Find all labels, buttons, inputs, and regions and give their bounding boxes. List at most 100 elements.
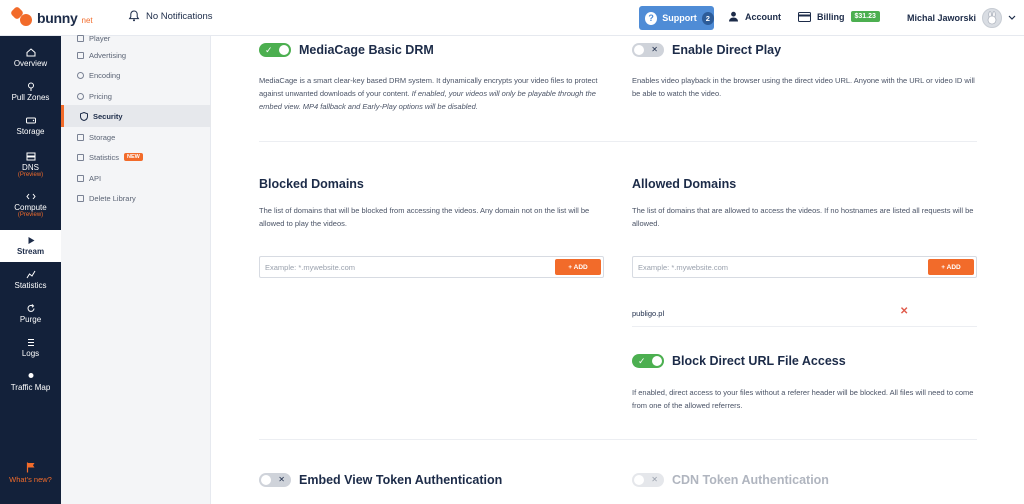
blocked-domains-description: The list of domains that will be blocked…: [259, 206, 590, 228]
block-direct-url-title: Block Direct URL File Access: [672, 354, 846, 368]
storage-icon: [77, 133, 84, 141]
account-button[interactable]: Account: [728, 11, 781, 22]
support-count-badge: 2: [701, 11, 714, 25]
sidebar-item-pull-zones[interactable]: Pull Zones: [0, 76, 61, 108]
embed-token-toggle[interactable]: ✕: [259, 473, 291, 487]
whats-new-label: What's new?: [9, 475, 52, 484]
sidebar-item-label: Storage: [16, 127, 45, 136]
direct-play-description: Enables video playback in the browser us…: [632, 76, 975, 98]
subnav-item-advertising[interactable]: Advertising: [77, 47, 126, 63]
user-menu[interactable]: Michal Jaworski: [907, 8, 1016, 28]
support-label: Support: [662, 13, 697, 23]
notifications-label: No Notifications: [146, 10, 213, 22]
x-icon: ✕: [278, 475, 285, 484]
allowed-add-button[interactable]: + ADD: [928, 259, 974, 275]
user-icon: [729, 11, 738, 22]
bunny-avatar-icon: [987, 11, 997, 25]
block-direct-url-description: If enabled, direct access to your files …: [632, 388, 974, 410]
player-icon: [77, 34, 84, 42]
remove-domain-icon[interactable]: ✕: [900, 306, 908, 317]
sidebar-item-statistics[interactable]: Statistics: [0, 264, 61, 296]
subnav-item-api[interactable]: API: [77, 170, 101, 186]
blocked-add-button[interactable]: + ADD: [555, 259, 601, 275]
sidebar-item-dns[interactable]: DNS (Preview): [0, 148, 61, 182]
whats-new-link[interactable]: What's new?: [0, 462, 61, 484]
bunny-logo[interactable]: bunny net: [9, 5, 93, 28]
allowed-domains-title: Allowed Domains: [632, 177, 737, 191]
stream-settings-nav: Player Advertising Encoding Pricing Secu…: [61, 34, 211, 504]
sidebar-item-stream[interactable]: Stream: [0, 230, 61, 262]
storage-icon: [25, 117, 36, 124]
divider: [259, 141, 977, 142]
main-sidebar: Overview Pull Zones Storage DNS (Preview…: [0, 36, 61, 504]
api-icon: [77, 174, 84, 182]
new-badge: NEW: [124, 153, 143, 161]
blocked-domain-input[interactable]: [265, 261, 535, 273]
dns-icon: [26, 152, 35, 161]
subnav-item-label: Advertising: [89, 50, 127, 60]
subnav-item-security[interactable]: Security: [61, 105, 211, 127]
subnav-item-label: Security: [93, 111, 123, 121]
toggle-knob: [652, 356, 662, 366]
sidebar-item-compute[interactable]: Compute (Preview): [0, 188, 61, 222]
sidebar-item-overview[interactable]: Overview: [0, 42, 61, 74]
blocked-domain-input-row: + ADD: [259, 256, 604, 278]
allowed-domain-input[interactable]: [638, 261, 908, 273]
billing-button[interactable]: Billing $31.23: [798, 11, 880, 22]
refresh-icon: [27, 304, 34, 312]
subnav-item-storage[interactable]: Storage: [77, 129, 115, 145]
sidebar-item-label: Pull Zones: [11, 93, 50, 102]
check-icon: ✓: [265, 45, 273, 55]
sidebar-item-traffic-map[interactable]: Traffic Map: [0, 366, 61, 398]
logs-icon: [27, 339, 34, 346]
sidebar-item-label: Statistics: [14, 281, 47, 290]
logo-suffix: net: [81, 15, 93, 25]
divider: [259, 439, 977, 440]
sidebar-item-preview-tag: (Preview): [17, 172, 44, 178]
subnav-item-statistics[interactable]: Statistics NEW: [77, 149, 143, 165]
toggle-knob: [261, 475, 271, 485]
billing-balance-badge: $31.23: [850, 11, 880, 22]
advertising-icon: [77, 51, 84, 59]
sidebar-item-label: Purge: [19, 315, 42, 324]
subnav-item-encoding[interactable]: Encoding: [77, 67, 120, 83]
allowed-domain-input-row: + ADD: [632, 256, 977, 278]
sidebar-item-label: DNS: [22, 163, 39, 172]
toggle-knob: [634, 475, 644, 485]
sidebar-item-storage[interactable]: Storage: [0, 110, 61, 142]
subnav-item-player[interactable]: Player: [77, 30, 110, 46]
sidebar-item-label: Overview: [13, 59, 48, 68]
allowed-domains-description: The list of domains that are allowed to …: [632, 206, 974, 228]
support-button[interactable]: ? Support 2: [639, 6, 714, 30]
flag-icon: [26, 462, 34, 473]
sidebar-item-purge[interactable]: Purge: [0, 298, 61, 330]
sidebar-item-logs[interactable]: Logs: [0, 332, 61, 364]
subnav-item-label: Encoding: [89, 70, 121, 80]
sidebar-item-label: Traffic Map: [10, 383, 51, 392]
subnav-item-label: API: [89, 173, 102, 183]
credit-card-icon: [798, 11, 811, 22]
x-icon: ✕: [651, 475, 658, 484]
subnav-item-label: Pricing: [89, 91, 112, 101]
subnav-item-label: Delete Library: [89, 193, 136, 203]
direct-play-toggle[interactable]: ✕: [632, 43, 664, 57]
mediacage-description: MediaCage is a smart clear-key based DRM…: [259, 74, 604, 113]
pricing-icon: [77, 92, 84, 100]
toggle-knob: [279, 45, 289, 55]
mediacage-title: MediaCage Basic DRM: [299, 43, 434, 57]
block-direct-url-toggle[interactable]: ✓: [632, 354, 664, 368]
subnav-item-delete-library[interactable]: Delete Library: [77, 190, 136, 206]
mediacage-toggle[interactable]: ✓: [259, 43, 291, 57]
notifications-button[interactable]: No Notifications: [128, 10, 213, 22]
account-label: Account: [745, 11, 781, 22]
user-name: Michal Jaworski: [907, 13, 977, 23]
top-bar: bunny net No Notifications ? Support 2 A…: [0, 0, 1024, 36]
divider: [632, 326, 977, 327]
check-icon: ✓: [638, 356, 646, 366]
chevron-down-icon: [1008, 15, 1016, 20]
bell-icon: [128, 10, 140, 22]
cdn-token-toggle[interactable]: ✕: [632, 473, 664, 487]
sidebar-item-preview-tag: (Preview): [17, 212, 44, 218]
subnav-item-pricing[interactable]: Pricing: [77, 88, 112, 104]
trash-icon: [77, 194, 84, 202]
